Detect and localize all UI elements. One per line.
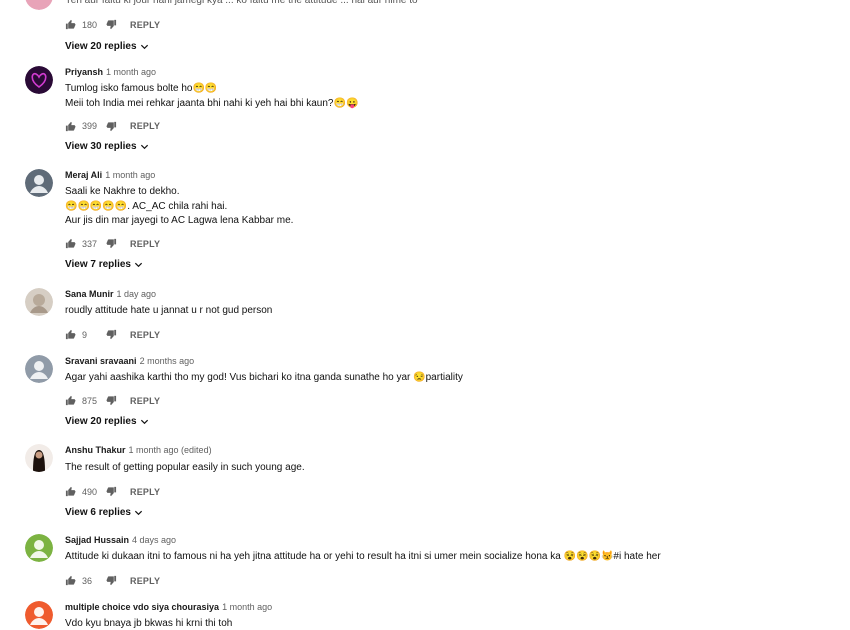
avatar[interactable] <box>25 169 53 197</box>
comment-text: Saali ke Nakhre to dekho. 😁😁😁😁😁. AC_AC c… <box>65 185 835 229</box>
reply-button[interactable]: REPLY <box>130 121 160 131</box>
comment-author[interactable]: Anshu Thakur <box>65 445 126 455</box>
like-count: 36 <box>82 575 93 586</box>
comment-author[interactable]: Sana Munir <box>65 289 114 299</box>
view-replies-button[interactable]: View 20 replies <box>65 41 149 52</box>
like-count: 490 <box>82 486 98 497</box>
chevron-down-icon <box>134 508 143 517</box>
view-replies-label: View 20 replies <box>65 415 137 427</box>
view-replies-button[interactable]: View 6 replies <box>65 507 143 518</box>
view-replies-label: View 7 replies <box>65 258 131 270</box>
comment-text: Agar yahi aashika karthi tho my god! Vus… <box>65 371 835 386</box>
comment-author[interactable]: Sajjad Hussain <box>65 535 129 545</box>
avatar[interactable] <box>25 355 53 383</box>
reply-button[interactable]: REPLY <box>130 487 160 497</box>
like-count: 9 <box>82 329 88 340</box>
reply-button[interactable]: REPLY <box>130 330 160 340</box>
thumbs-up-icon[interactable] <box>65 575 76 586</box>
comment-line: roudly attitude hate u jannat u r not gu… <box>65 305 273 316</box>
comment-text: Attitude ki dukaan itni to famous ni ha … <box>65 550 835 565</box>
comment-line: The result of getting popular easily in … <box>65 462 305 473</box>
like-count: 337 <box>82 238 98 249</box>
like-count: 399 <box>82 121 98 131</box>
comment-time[interactable]: 1 month ago <box>106 67 156 77</box>
chevron-down-icon <box>140 417 149 426</box>
avatar[interactable] <box>25 444 53 472</box>
like-count: 180 <box>82 19 98 30</box>
comment-line: Attitude ki dukaan itni to famous ni ha … <box>65 551 661 562</box>
comment-text: The result of getting popular easily in … <box>65 461 835 476</box>
comment-author[interactable]: multiple choice vdo siya chourasiya <box>65 602 219 612</box>
comment-text: Tumlog isko famous bolte ho😁😁 Meii toh I… <box>65 82 835 111</box>
comment-line: Vdo kyu bnaya jb bkwas hi krni thi toh <box>65 618 233 629</box>
thumbs-down-icon[interactable] <box>106 121 117 132</box>
comment-author[interactable]: Sravani sravaani <box>65 356 137 366</box>
chevron-down-icon <box>134 260 143 269</box>
comment-time[interactable]: 1 month ago (edited) <box>129 445 212 455</box>
thumbs-down-icon[interactable] <box>106 575 117 586</box>
chevron-down-icon <box>140 142 149 151</box>
view-replies-label: View 30 replies <box>65 141 137 152</box>
comment-time[interactable]: 2 months ago <box>140 356 195 366</box>
comment-line: Meii toh India mei rehkar jaanta bhi nah… <box>65 97 359 109</box>
thumbs-down-icon[interactable] <box>106 238 117 249</box>
comment-line: Aur jis din mar jayegi to AC Lagwa lena … <box>65 215 294 226</box>
comment-text: Yeh aur faltu ki jour nahi jamegi kya ..… <box>65 0 418 6</box>
thumbs-up-icon[interactable] <box>65 395 76 406</box>
comment-text: Vdo kyu bnaya jb bkwas hi krni thi toh <box>65 617 835 630</box>
comment-time[interactable]: 1 month ago <box>222 602 272 612</box>
like-count: 875 <box>82 395 98 406</box>
comment-author[interactable]: Priyansh <box>65 67 103 77</box>
reply-button[interactable]: REPLY <box>130 396 160 406</box>
thumbs-down-icon[interactable] <box>106 395 117 406</box>
view-replies-button[interactable]: View 20 replies <box>65 416 149 427</box>
avatar[interactable] <box>25 601 53 629</box>
thumbs-up-icon[interactable] <box>65 329 76 340</box>
chevron-down-icon <box>140 42 149 51</box>
comment-time[interactable]: 4 days ago <box>132 535 176 545</box>
avatar[interactable] <box>25 66 53 94</box>
thumbs-up-icon[interactable] <box>65 486 76 497</box>
view-replies-button[interactable]: View 7 replies <box>65 259 143 270</box>
thumbs-down-icon[interactable] <box>106 329 117 340</box>
comment-time[interactable]: 1 month ago <box>105 170 155 180</box>
view-replies-button[interactable]: View 30 replies <box>65 141 149 152</box>
comment-author[interactable]: Meraj Ali <box>65 170 102 180</box>
thumbs-up-icon[interactable] <box>65 238 76 249</box>
comment-time[interactable]: 1 day ago <box>117 289 157 299</box>
avatar[interactable] <box>25 288 53 316</box>
avatar[interactable] <box>25 534 53 562</box>
view-replies-label: View 20 replies <box>65 40 137 52</box>
comment-line: Saali ke Nakhre to dekho. <box>65 186 180 197</box>
reply-button[interactable]: REPLY <box>130 239 160 249</box>
comment-text: roudly attitude hate u jannat u r not gu… <box>65 304 835 319</box>
avatar[interactable] <box>25 0 53 10</box>
thumbs-down-icon[interactable] <box>106 486 117 497</box>
thumbs-up-icon[interactable] <box>65 121 76 132</box>
thumbs-down-icon[interactable] <box>106 19 117 30</box>
view-replies-label: View 6 replies <box>65 506 131 518</box>
reply-button[interactable]: REPLY <box>130 576 160 586</box>
comment-line: Agar yahi aashika karthi tho my god! Vus… <box>65 372 463 383</box>
comment-line: Tumlog isko famous bolte ho😁😁 <box>65 83 218 94</box>
thumbs-up-icon[interactable] <box>65 19 76 30</box>
reply-button[interactable]: REPLY <box>130 20 160 30</box>
comment-line: 😁😁😁😁😁. AC_AC chila rahi hai. <box>65 200 228 212</box>
